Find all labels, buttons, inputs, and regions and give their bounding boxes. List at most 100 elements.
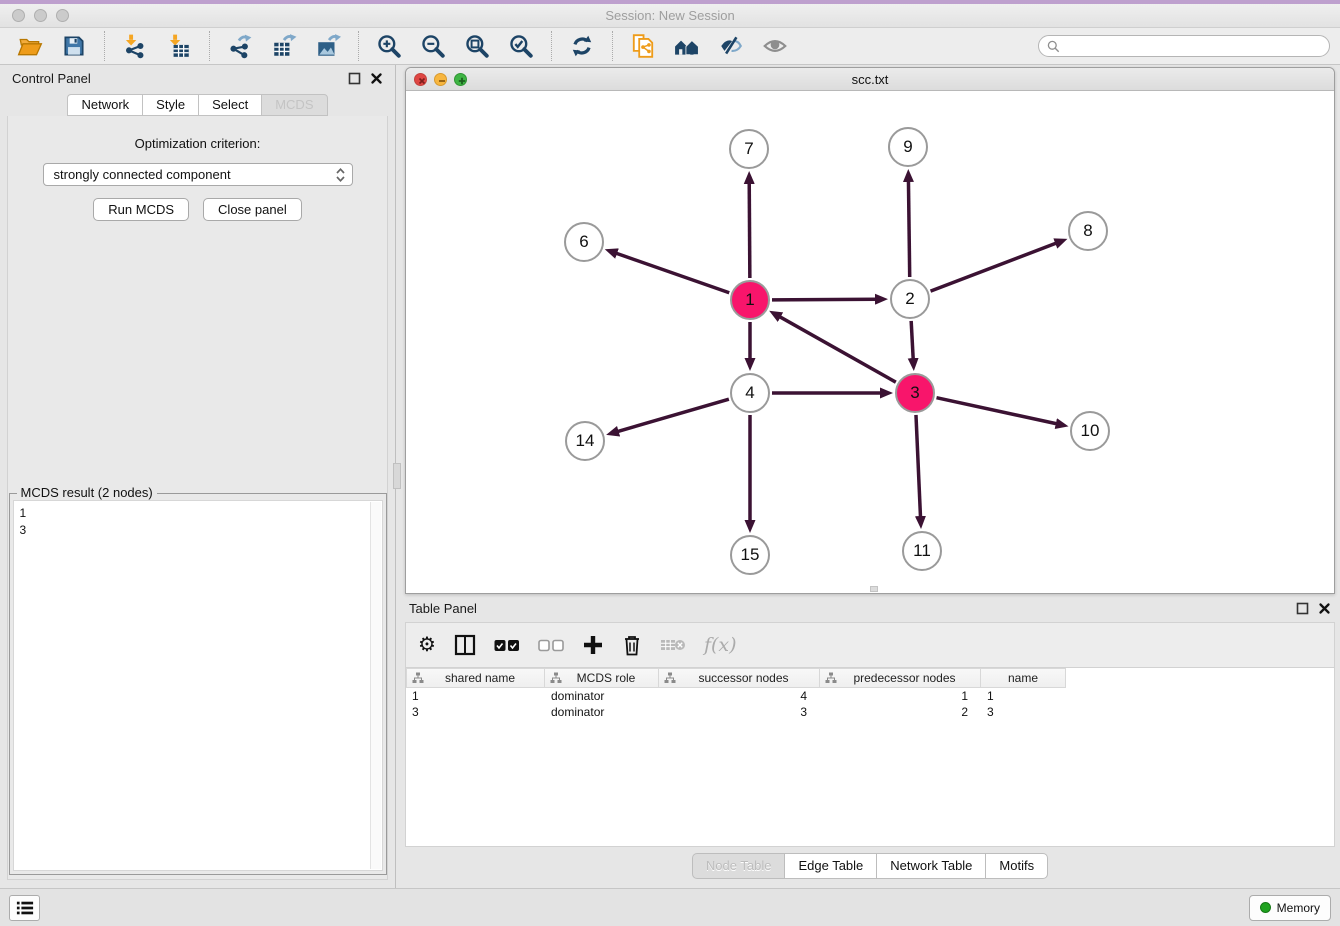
graph-edge-1-2[interactable] [772,299,877,300]
float-panel-icon[interactable] [348,72,361,85]
maximize-network-button[interactable] [454,73,467,86]
graph-node-3[interactable]: 3 [895,373,935,413]
zoom-fit-icon[interactable] [464,33,490,59]
control-panel-tabs: Network Style Select MCDS [0,94,395,116]
table-row[interactable]: 3 dominator 3 2 3 [406,704,1334,720]
export-network-icon[interactable] [227,33,253,59]
close-window-button[interactable] [12,9,25,22]
deselect-all-icon[interactable] [538,639,564,652]
close-network-button[interactable] [414,73,427,86]
graph-edge-4-14[interactable] [617,399,729,432]
zoom-selected-icon[interactable] [508,33,534,59]
table-tabs-bar: Node Table Edge Table Network Table Moti… [405,847,1335,885]
network-window-controls [414,73,467,86]
graph-node-9[interactable]: 9 [888,127,928,167]
result-scrollbar[interactable] [370,502,381,869]
export-image-icon[interactable] [315,33,341,59]
graph-edge-2-9[interactable] [908,180,909,277]
zoom-out-icon[interactable] [420,33,446,59]
tab-motifs[interactable]: Motifs [985,853,1048,879]
tab-style[interactable]: Style [142,94,198,116]
tab-network[interactable]: Network [67,94,142,116]
tab-network-table[interactable]: Network Table [876,853,985,879]
memory-label: Memory [1277,901,1320,915]
graph-edge-3-10[interactable] [936,398,1057,424]
table-row[interactable]: 1 dominator 4 1 1 [406,688,1334,704]
canvas-splitter-handle[interactable] [870,586,878,592]
tab-select[interactable]: Select [198,94,261,116]
node-table: shared name MCDS role successor nodes [405,667,1335,847]
graph-node-1[interactable]: 1 [730,280,770,320]
search-field[interactable] [1038,35,1330,57]
zoom-in-icon[interactable] [376,33,402,59]
graph-edge-3-11[interactable] [916,415,921,518]
main-titlebar[interactable]: Session: New Session [0,4,1340,28]
save-session-icon[interactable] [61,33,87,59]
network-window-titlebar[interactable]: scc.txt [406,68,1334,91]
column-header-predecessor-nodes[interactable]: predecessor nodes [820,668,981,688]
tab-edge-table[interactable]: Edge Table [784,853,876,879]
graph-edge-2-3[interactable] [911,321,913,360]
graph-edge-1-6[interactable] [615,253,729,293]
cell-successor-nodes: 4 [659,689,820,703]
criterion-dropdown[interactable]: strongly connected component [43,163,353,186]
cell-predecessor-nodes: 1 [820,689,981,703]
graph-node-10[interactable]: 10 [1070,411,1110,451]
memory-button[interactable]: Memory [1249,895,1331,921]
graph-node-8[interactable]: 8 [1068,211,1108,251]
import-network-icon[interactable] [122,33,148,59]
graph-node-2[interactable]: 2 [890,279,930,319]
import-table-icon[interactable] [166,33,192,59]
graph-node-15[interactable]: 15 [730,535,770,575]
task-history-button[interactable] [9,895,40,921]
cell-shared-name: 3 [406,705,545,719]
graph-node-4[interactable]: 4 [730,373,770,413]
select-all-icon[interactable] [494,639,520,652]
export-table-icon[interactable] [271,33,297,59]
splitter-handle[interactable] [393,463,401,489]
float-panel-icon[interactable] [1296,602,1309,615]
main-toolbar [0,28,1340,65]
minimize-window-button[interactable] [34,9,47,22]
graph-node-6[interactable]: 6 [564,222,604,262]
network-canvas[interactable]: 7 9 6 8 1 2 4 3 14 10 15 11 [406,91,1334,593]
run-mcds-button[interactable]: Run MCDS [93,198,189,221]
graph-node-14[interactable]: 14 [565,421,605,461]
column-header-mcds-role[interactable]: MCDS role [545,668,659,688]
tab-mcds[interactable]: MCDS [261,94,327,116]
mcds-result-line: 1 [20,505,376,522]
add-row-icon[interactable] [582,634,604,656]
search-input[interactable] [1065,39,1321,53]
delete-table-icon [660,637,686,653]
control-panel-header: Control Panel [0,65,395,92]
maximize-window-button[interactable] [56,9,69,22]
tab-node-table[interactable]: Node Table [692,853,785,879]
close-panel-icon[interactable] [370,72,383,85]
delete-row-icon[interactable] [622,634,642,656]
column-header-successor-nodes[interactable]: successor nodes [659,668,820,688]
open-session-icon[interactable] [17,33,43,59]
split-columns-icon[interactable] [454,634,476,656]
close-panel-icon[interactable] [1318,602,1331,615]
mcds-result-line: 3 [20,522,376,539]
graph-node-7[interactable]: 7 [729,129,769,169]
application-window: Session: New Session [0,0,1340,926]
graph-node-11[interactable]: 11 [902,531,942,571]
graph-edge-1-7[interactable] [749,182,750,278]
eye-icon[interactable] [762,33,788,59]
home-icon[interactable] [674,33,700,59]
graph-edge-2-8[interactable] [931,243,1058,291]
refresh-icon[interactable] [569,33,595,59]
mcds-result-textarea[interactable]: 1 3 [13,500,383,871]
graph-edge-3-1[interactable] [779,316,896,382]
column-header-name[interactable]: name [981,668,1066,688]
minimize-network-button[interactable] [434,73,447,86]
close-panel-button[interactable]: Close panel [203,198,302,221]
gear-icon[interactable]: ⚙ [418,635,436,655]
cell-mcds-role: dominator [545,689,659,703]
network-document-icon[interactable] [630,33,656,59]
cell-successor-nodes: 3 [659,705,820,719]
control-panel-title: Control Panel [12,71,339,86]
column-header-shared-name[interactable]: shared name [406,668,545,688]
hide-graphics-details-icon[interactable] [718,33,744,59]
